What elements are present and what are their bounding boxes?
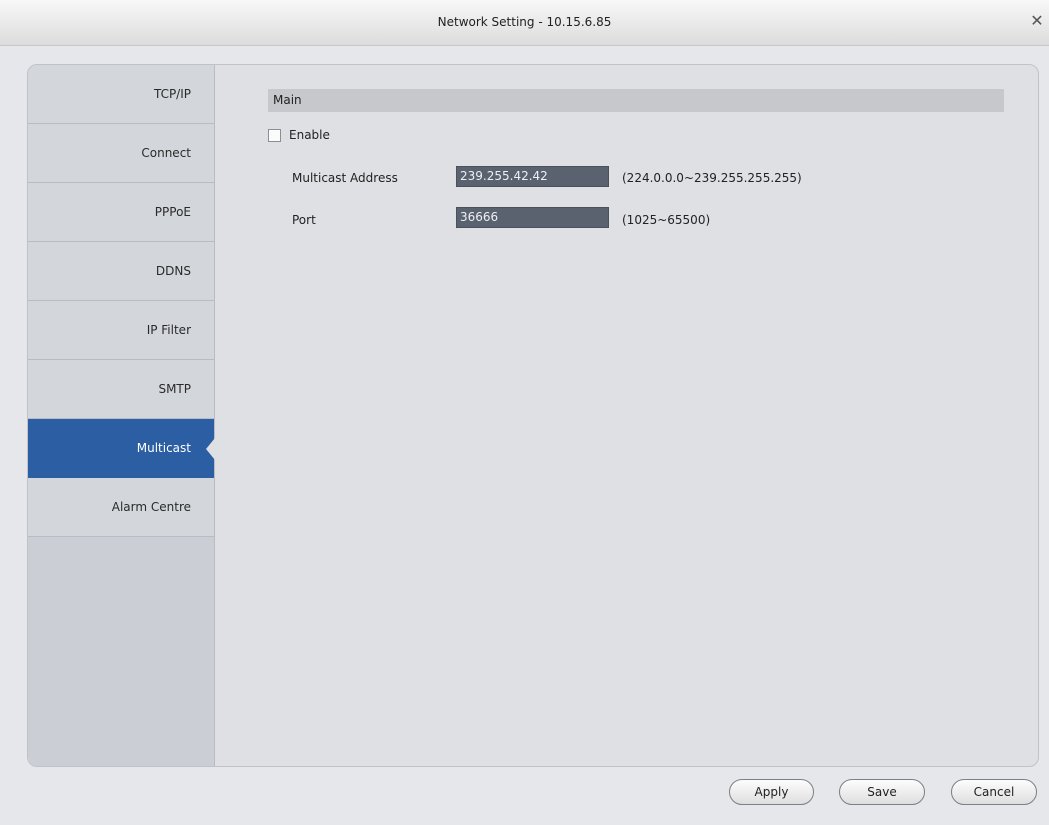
active-pointer-icon — [206, 438, 215, 460]
port-input[interactable]: 36666 — [456, 207, 609, 228]
sidebar-item-label: PPPoE — [154, 205, 191, 219]
sidebar-item-tcp-ip[interactable]: TCP/IP — [28, 65, 214, 124]
enable-checkbox[interactable] — [268, 128, 281, 142]
sidebar-item-ip-filter[interactable]: IP Filter — [28, 301, 214, 360]
sidebar-item-smtp[interactable]: SMTP — [28, 360, 214, 419]
sidebar-item-label: DDNS — [155, 264, 191, 278]
section-header-main: Main — [268, 89, 1004, 112]
enable-label: Enable — [289, 128, 330, 142]
sidebar-item-label: SMTP — [158, 382, 191, 396]
multicast-address-input[interactable]: 239.255.42.42 — [456, 166, 609, 187]
network-setting-window: Network Setting - 10.15.6.85 ✕ TCP/IP Co… — [0, 0, 1049, 825]
enable-row: Enable — [268, 127, 330, 143]
port-range: (1025~65500) — [622, 213, 711, 227]
sidebar-item-label: Alarm Centre — [111, 500, 191, 514]
sidebar-item-multicast[interactable]: Multicast — [28, 419, 215, 478]
sidebar-item-label: Multicast — [136, 441, 191, 455]
sidebar: TCP/IP Connect PPPoE DDNS IP Filter SMTP… — [28, 65, 215, 766]
sidebar-item-connect[interactable]: Connect — [28, 124, 214, 183]
apply-button[interactable]: Apply — [729, 779, 814, 805]
window-title: Network Setting - 10.15.6.85 — [437, 15, 612, 29]
settings-panel: TCP/IP Connect PPPoE DDNS IP Filter SMTP… — [27, 64, 1039, 767]
close-icon[interactable]: ✕ — [1027, 11, 1047, 31]
sidebar-item-alarm-centre[interactable]: Alarm Centre — [28, 478, 214, 537]
sidebar-item-label: TCP/IP — [153, 87, 191, 101]
sidebar-item-ddns[interactable]: DDNS — [28, 242, 214, 301]
sidebar-item-pppoe[interactable]: PPPoE — [28, 183, 214, 242]
multicast-address-label: Multicast Address — [292, 171, 398, 185]
sidebar-item-label: IP Filter — [146, 323, 191, 337]
port-label: Port — [292, 213, 316, 227]
cancel-button[interactable]: Cancel — [951, 779, 1037, 805]
multicast-address-range: (224.0.0.0~239.255.255.255) — [622, 171, 802, 185]
title-bar: Network Setting - 10.15.6.85 ✕ — [0, 0, 1049, 46]
save-button[interactable]: Save — [839, 779, 925, 805]
sidebar-item-label: Connect — [141, 146, 191, 160]
multicast-content: Main Enable Multicast Address 239.255.42… — [216, 65, 1038, 766]
